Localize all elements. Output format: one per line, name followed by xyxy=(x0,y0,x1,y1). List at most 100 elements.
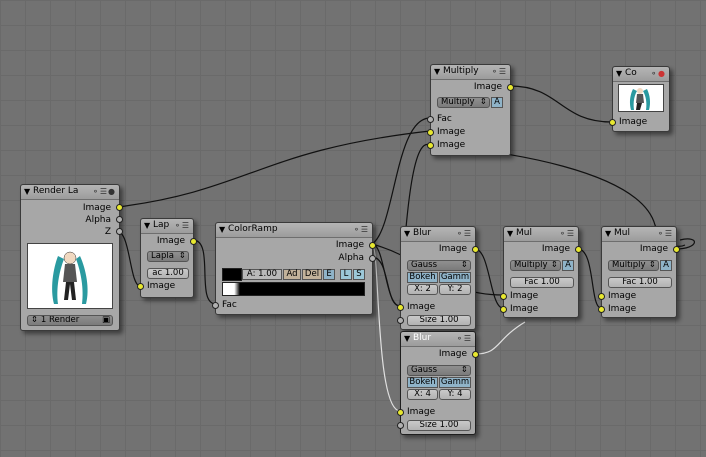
node-header-icons[interactable]: ⚬☰ xyxy=(174,221,190,230)
delete-button[interactable]: Del xyxy=(302,269,322,280)
input-socket-image-2[interactable] xyxy=(500,306,507,313)
input-socket-image[interactable] xyxy=(397,409,404,416)
output-socket-alpha[interactable] xyxy=(369,255,376,262)
output-socket-image[interactable] xyxy=(190,238,197,245)
node-render-layers[interactable]: ▼ Render La ⚬☰● Image Alpha Z ⇕ 1 Render… xyxy=(20,184,123,331)
color-swatch[interactable] xyxy=(222,268,242,281)
input-socket-image-1[interactable] xyxy=(598,293,605,300)
output-socket-image[interactable] xyxy=(472,246,479,253)
output-label-alpha: Alpha xyxy=(338,253,364,263)
node-header-icons[interactable]: ⚬☰ xyxy=(456,334,472,343)
collapse-arrow-icon[interactable]: ▼ xyxy=(507,229,513,238)
fac-field[interactable]: ac 1.00 xyxy=(147,268,189,279)
spline-button[interactable]: S xyxy=(353,269,365,280)
input-socket-image[interactable] xyxy=(609,119,616,126)
collapse-arrow-icon[interactable]: ▼ xyxy=(434,67,440,76)
output-socket-z[interactable] xyxy=(116,228,123,235)
alpha-toggle[interactable]: A xyxy=(562,260,574,271)
node-header[interactable]: ▼ Render La ⚬☰● xyxy=(21,185,119,200)
output-socket-image[interactable] xyxy=(369,242,376,249)
output-label-image: Image xyxy=(82,203,111,213)
input-socket-image[interactable] xyxy=(397,304,404,311)
node-header[interactable]: ▼ Blur ⚬☰ xyxy=(401,227,475,242)
node-header-icons[interactable]: ⚬☰ xyxy=(353,225,369,234)
ease-button[interactable]: E xyxy=(323,269,335,280)
node-header[interactable]: ▼ Multiply ⚬☰ xyxy=(431,65,510,80)
size-x-field[interactable]: X: 4 xyxy=(407,389,438,400)
camera-icon[interactable]: ▣ xyxy=(102,316,110,325)
node-blur-1[interactable]: ▼ Blur ⚬☰ Image Gauss ⇕ Bokeh Gamm X: 2 Y… xyxy=(397,226,479,330)
filter-type-select[interactable]: Gauss ⇕ xyxy=(407,365,471,376)
input-socket-image-1[interactable] xyxy=(500,293,507,300)
input-socket-fac[interactable] xyxy=(427,116,434,123)
node-header[interactable]: ▼ ColorRamp ⚬☰ xyxy=(216,223,372,238)
node-header[interactable]: ▼ Co ⚬● xyxy=(613,67,669,82)
filter-type-select[interactable]: Lapla ⇕ xyxy=(147,251,189,262)
output-label-image: Image xyxy=(156,236,185,246)
node-color-ramp[interactable]: ▼ ColorRamp ⚬☰ Image Alpha A: 1.00 Ad De… xyxy=(212,222,376,315)
node-header[interactable]: ▼ Mul ⚬☰ xyxy=(504,227,578,242)
node-header[interactable]: ▼ Mul ⚬☰ xyxy=(602,227,676,242)
collapse-arrow-icon[interactable]: ▼ xyxy=(144,221,150,230)
linear-button[interactable]: L xyxy=(340,269,352,280)
bokeh-toggle[interactable]: Bokeh xyxy=(407,272,438,283)
collapse-arrow-icon[interactable]: ▼ xyxy=(605,229,611,238)
node-header[interactable]: ▼ Lap ⚬☰ xyxy=(141,219,193,234)
node-multiply-top[interactable]: ▼ Multiply ⚬☰ Image Multiply ⇕ A Fac Imag… xyxy=(427,64,514,156)
node-title: Multiply xyxy=(443,66,479,76)
color-ramp-gradient[interactable] xyxy=(222,282,365,296)
gamma-toggle[interactable]: Gamm xyxy=(439,272,471,283)
input-socket-image-1[interactable] xyxy=(427,129,434,136)
alpha-field[interactable]: A: 1.00 xyxy=(242,269,282,280)
size-y-field[interactable]: Y: 4 xyxy=(439,389,471,400)
node-laplace[interactable]: ▼ Lap ⚬☰ Image Lapla ⇕ ac 1.00 Image xyxy=(137,218,197,298)
alpha-toggle[interactable]: A xyxy=(660,260,672,271)
node-composite[interactable]: ▼ Co ⚬● Image xyxy=(609,66,670,132)
node-header-icons[interactable]: ⚬☰ xyxy=(491,67,507,76)
gamma-toggle[interactable]: Gamm xyxy=(439,377,471,388)
collapse-arrow-icon[interactable]: ▼ xyxy=(616,69,622,78)
input-socket-image-2[interactable] xyxy=(598,306,605,313)
node-header-icons[interactable]: ⚬● xyxy=(650,69,666,78)
input-socket-image[interactable] xyxy=(137,283,144,290)
blend-mode-select[interactable]: Multiply ⇕ xyxy=(510,260,561,271)
scene-layer-select[interactable]: ⇕ 1 Render ▣ xyxy=(27,315,113,326)
collapse-arrow-icon[interactable]: ▼ xyxy=(219,225,225,234)
blend-mode-select[interactable]: Multiply ⇕ xyxy=(608,260,659,271)
fac-field[interactable]: Fac 1.00 xyxy=(608,277,672,288)
output-socket-image[interactable] xyxy=(673,246,680,253)
input-socket-size[interactable] xyxy=(397,317,404,324)
input-socket-image-2[interactable] xyxy=(427,142,434,149)
output-socket-image[interactable] xyxy=(507,84,514,91)
node-blur-2[interactable]: ▼ Blur ⚬☰ Image Gauss ⇕ Bokeh Gamm X: 4 Y… xyxy=(397,331,479,435)
output-socket-image[interactable] xyxy=(472,351,479,358)
output-socket-image[interactable] xyxy=(116,204,123,211)
node-header-icons[interactable]: ⚬☰ xyxy=(657,229,673,238)
node-title: Blur xyxy=(413,333,432,343)
node-mul-1[interactable]: ▼ Mul ⚬☰ Image Multiply ⇕ A Fac 1.00 Imag… xyxy=(500,226,582,318)
collapse-arrow-icon[interactable]: ▼ xyxy=(404,334,410,343)
input-socket-fac[interactable] xyxy=(212,302,219,309)
blend-mode-select[interactable]: Multiply ⇕ xyxy=(437,97,490,108)
node-header-icons[interactable]: ⚬☰ xyxy=(559,229,575,238)
node-header-icons[interactable]: ⚬☰ xyxy=(456,229,472,238)
select-arrows-icon: ⇕ xyxy=(648,260,656,270)
collapse-arrow-icon[interactable]: ▼ xyxy=(404,229,410,238)
size-y-field[interactable]: Y: 2 xyxy=(439,284,471,295)
bokeh-toggle[interactable]: Bokeh xyxy=(407,377,438,388)
node-header-icons[interactable]: ⚬☰● xyxy=(92,187,116,196)
size-field[interactable]: Size 1.00 xyxy=(407,420,471,431)
size-field[interactable]: Size 1.00 xyxy=(407,315,471,326)
output-socket-image[interactable] xyxy=(575,246,582,253)
input-socket-size[interactable] xyxy=(397,422,404,429)
alpha-toggle[interactable]: A xyxy=(491,97,503,108)
collapse-arrow-icon[interactable]: ▼ xyxy=(24,187,30,196)
add-button[interactable]: Ad xyxy=(283,269,301,280)
fac-field[interactable]: Fac 1.00 xyxy=(510,277,574,288)
input-label-image-2: Image xyxy=(510,304,539,314)
output-socket-alpha[interactable] xyxy=(116,216,123,223)
node-mul-2[interactable]: ▼ Mul ⚬☰ Image Multiply ⇕ A Fac 1.00 Imag… xyxy=(598,226,680,318)
filter-type-select[interactable]: Gauss ⇕ xyxy=(407,260,471,271)
node-header[interactable]: ▼ Blur ⚬☰ xyxy=(401,332,475,347)
size-x-field[interactable]: X: 2 xyxy=(407,284,438,295)
